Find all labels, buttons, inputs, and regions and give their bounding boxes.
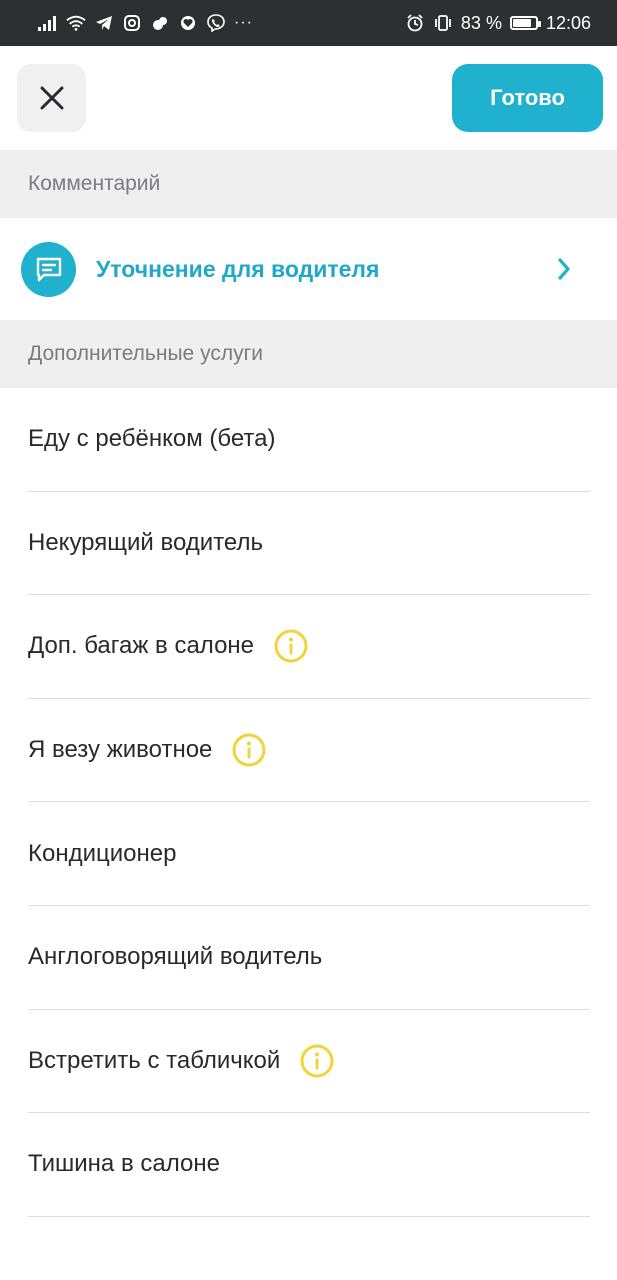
driver-comment-label: Уточнение для водителя [96,255,380,282]
comment-section-header: Комментарий [0,150,617,218]
vibrate-icon [433,13,453,33]
instagram-icon [122,13,142,33]
battery-level-fill [512,19,531,27]
comment-icon [21,242,76,297]
option-row-nonsmoking[interactable]: Некурящий водитель [28,492,590,596]
driver-comment-row[interactable]: Уточнение для водителя [0,218,617,320]
info-icon[interactable] [300,1044,334,1078]
info-icon[interactable] [232,733,266,767]
more-notifications-label: ··· [234,14,253,31]
chevron-right-icon [549,254,579,284]
alarm-icon [405,13,425,33]
option-row-child[interactable]: Еду с ребёнком (бета) [28,388,590,492]
option-row-animal[interactable]: Я везу животное [28,699,590,803]
telegram-icon [94,13,114,33]
option-row-extra-luggage[interactable]: Доп. багаж в салоне [28,595,590,699]
app-icon [150,13,170,33]
option-label: Встретить с табличкой [28,1046,281,1074]
close-button[interactable] [17,64,86,132]
option-label: Я везу животное [28,736,213,764]
heart-icon [178,13,198,33]
extra-services-list: Еду с ребёнком (бета) Некурящий водитель… [0,388,617,1217]
battery-percent: 83 % [460,12,502,33]
status-bar-right: 83 % 12:06 [405,13,591,34]
option-label: Англоговорящий водитель [28,943,323,971]
option-label: Доп. багаж в салоне [28,632,255,660]
top-bar: Готово [0,46,617,150]
clock: 12:06 [545,12,591,33]
viber-icon [206,13,226,33]
option-row-meet-with-sign[interactable]: Встретить с табличкой [28,1010,590,1114]
wifi-icon [66,13,86,33]
done-button[interactable]: Готово [452,64,603,132]
option-label: Еду с ребёнком (бета) [28,425,276,453]
option-row-silence[interactable]: Тишина в салоне [28,1113,590,1217]
status-bar-left: ··· [38,13,253,33]
extra-services-section-header: Дополнительные услуги [0,320,617,388]
info-icon[interactable] [274,629,308,663]
option-row-air-conditioner[interactable]: Кондиционер [28,802,590,906]
option-label: Кондиционер [28,839,177,867]
option-label: Некурящий водитель [28,528,263,556]
option-label: Тишина в салоне [28,1150,220,1178]
battery-icon [509,16,541,30]
close-icon [38,84,66,112]
status-bar: ··· 83 % 12:06 [0,0,617,46]
signal-icon [38,13,58,33]
option-row-english-driver[interactable]: Англоговорящий водитель [28,906,590,1010]
